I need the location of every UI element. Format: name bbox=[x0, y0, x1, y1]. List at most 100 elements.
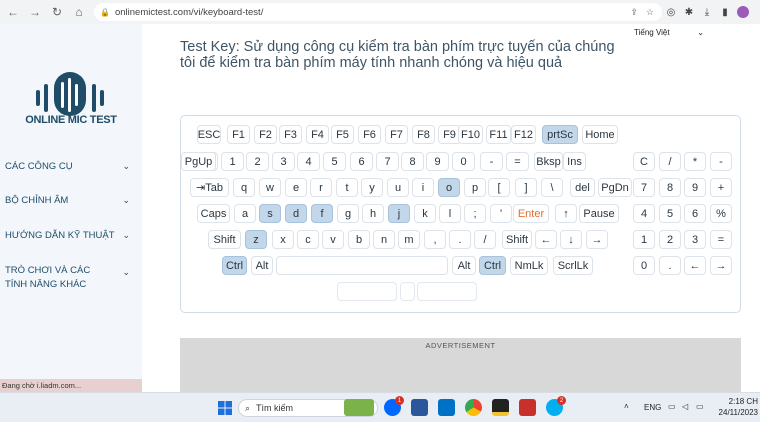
key-prtSc[interactable]: prtSc bbox=[542, 125, 578, 144]
sidebar-item-equalizer[interactable]: BỘ CHỈNH ÂM ⌄ bbox=[5, 195, 130, 206]
address-bar[interactable]: 🔒 onlinemictest.com/vi/keyboard-test/ ⇪ … bbox=[94, 3, 662, 21]
numpad-key[interactable]: - bbox=[710, 152, 732, 171]
key-Ctrl[interactable]: Ctrl bbox=[479, 256, 506, 275]
numpad-key[interactable]: 1 bbox=[633, 230, 655, 249]
share-icon[interactable]: ⇪ bbox=[630, 7, 638, 18]
key-6[interactable]: 6 bbox=[350, 152, 373, 171]
key-9[interactable]: 9 bbox=[426, 152, 449, 171]
key-7[interactable]: 7 bbox=[376, 152, 399, 171]
key-Bksp[interactable]: Bksp bbox=[534, 152, 563, 171]
key-4[interactable]: 4 bbox=[297, 152, 320, 171]
skype-icon[interactable]: 2 bbox=[546, 396, 566, 416]
numpad-key[interactable]: * bbox=[684, 152, 706, 171]
key-m[interactable]: m bbox=[398, 230, 420, 249]
sidepanel-icon[interactable]: ▮ bbox=[716, 7, 734, 18]
key-symbol[interactable]: ; bbox=[464, 204, 486, 223]
battery-icon[interactable]: ▭ bbox=[696, 402, 704, 411]
numpad-key[interactable]: % bbox=[710, 204, 732, 223]
key-Alt[interactable]: Alt bbox=[452, 256, 476, 275]
numpad-key[interactable]: = bbox=[710, 230, 732, 249]
key-symbol[interactable]: , bbox=[424, 230, 446, 249]
numpad-key[interactable]: 4 bbox=[633, 204, 655, 223]
key-o[interactable]: o bbox=[438, 178, 460, 197]
key-g[interactable]: g bbox=[337, 204, 359, 223]
forward-icon[interactable]: → bbox=[26, 3, 44, 21]
chevron-up-icon[interactable]: ˄ bbox=[624, 402, 629, 411]
landscape-widget-icon[interactable] bbox=[344, 399, 374, 416]
key-y[interactable]: y bbox=[361, 178, 383, 197]
reload-icon[interactable]: ↻ bbox=[48, 3, 66, 21]
key-0[interactable]: 0 bbox=[452, 152, 475, 171]
windows-start-icon[interactable] bbox=[218, 401, 232, 415]
key-F6[interactable]: F6 bbox=[358, 125, 381, 144]
key-3[interactable]: 3 bbox=[272, 152, 295, 171]
key-Shift[interactable]: Shift bbox=[208, 230, 241, 249]
opera-icon[interactable]: ◎ bbox=[662, 7, 680, 18]
numpad-key[interactable]: 7 bbox=[633, 178, 655, 197]
key-symbol[interactable]: . bbox=[449, 230, 471, 249]
numpad-key[interactable]: 9 bbox=[684, 178, 706, 197]
key-c[interactable]: c bbox=[297, 230, 319, 249]
clock-date[interactable]: 24/11/2023 bbox=[718, 408, 758, 417]
sidebar-item-tools[interactable]: CÁC CÔNG CỤ ⌄ bbox=[5, 161, 130, 172]
key-l[interactable]: l bbox=[439, 204, 461, 223]
key-PgDn[interactable]: PgDn bbox=[598, 178, 632, 197]
language-indicator[interactable]: ENG bbox=[644, 403, 661, 412]
key-symbol[interactable]: → bbox=[586, 230, 608, 249]
numpad-key[interactable]: C bbox=[633, 152, 655, 171]
sidebar-item-guides[interactable]: HƯỚNG DẪN KỸ THUẬT ⌄ bbox=[5, 230, 130, 241]
numpad-key[interactable]: → bbox=[710, 256, 732, 275]
key-F8[interactable]: F8 bbox=[412, 125, 435, 144]
key-b[interactable]: b bbox=[348, 230, 370, 249]
key-del[interactable]: del bbox=[570, 178, 595, 197]
key-Home[interactable]: Home bbox=[582, 125, 618, 144]
key-5[interactable]: 5 bbox=[323, 152, 346, 171]
word-icon[interactable] bbox=[411, 399, 428, 416]
key-F7[interactable]: F7 bbox=[385, 125, 408, 144]
key-F2[interactable]: F2 bbox=[254, 125, 277, 144]
key-symbol[interactable]: [ bbox=[488, 178, 510, 197]
numpad-key[interactable]: 5 bbox=[659, 204, 681, 223]
profile-icon[interactable] bbox=[737, 6, 749, 18]
key-Enter[interactable]: Enter bbox=[513, 204, 549, 223]
key-symbol[interactable]: ' bbox=[490, 204, 512, 223]
numpad-key[interactable]: + bbox=[710, 178, 732, 197]
key-symbol[interactable]: - bbox=[480, 152, 503, 171]
key-8[interactable]: 8 bbox=[401, 152, 424, 171]
numpad-key[interactable]: 2 bbox=[659, 230, 681, 249]
key-F3[interactable]: F3 bbox=[279, 125, 302, 144]
key-a[interactable]: a bbox=[234, 204, 256, 223]
monitor-icon[interactable]: ▭ bbox=[668, 402, 676, 411]
key-z[interactable]: z bbox=[245, 230, 267, 249]
key-F5[interactable]: F5 bbox=[331, 125, 354, 144]
key-h[interactable]: h bbox=[362, 204, 384, 223]
key-symbol[interactable]: = bbox=[506, 152, 529, 171]
key-Ctrl[interactable]: Ctrl bbox=[222, 256, 247, 275]
key-k[interactable]: k bbox=[414, 204, 436, 223]
key-ESC[interactable]: ESC bbox=[197, 125, 221, 144]
key-symbol[interactable]: ↓ bbox=[560, 230, 582, 249]
key-f[interactable]: f bbox=[311, 204, 333, 223]
star-icon[interactable]: ☆ bbox=[646, 7, 654, 18]
numpad-key[interactable]: 3 bbox=[684, 230, 706, 249]
key-r[interactable]: r bbox=[310, 178, 332, 197]
key-symbol[interactable]: ] bbox=[515, 178, 537, 197]
key-u[interactable]: u bbox=[387, 178, 409, 197]
numpad-key[interactable]: 6 bbox=[684, 204, 706, 223]
key-v[interactable]: v bbox=[322, 230, 344, 249]
numpad-key[interactable]: 0 bbox=[633, 256, 655, 275]
language-select[interactable]: Tiếng Việt ⌄ bbox=[634, 28, 704, 37]
key-F4[interactable]: F4 bbox=[306, 125, 329, 144]
key-n[interactable]: n bbox=[373, 230, 395, 249]
key-PgUp[interactable]: PgUp bbox=[181, 152, 216, 171]
key-Ins[interactable]: Ins bbox=[563, 152, 586, 171]
key-Caps[interactable]: Caps bbox=[197, 204, 230, 223]
key-F12[interactable]: F12 bbox=[511, 125, 536, 144]
numpad-key[interactable]: ← bbox=[684, 256, 706, 275]
key-symbol[interactable]: ← bbox=[535, 230, 557, 249]
key-space[interactable] bbox=[276, 256, 448, 275]
key-t[interactable]: t bbox=[336, 178, 358, 197]
chrome-icon[interactable] bbox=[465, 399, 482, 416]
key-symbol[interactable]: ↑ bbox=[555, 204, 577, 223]
key-NmLk[interactable]: NmLk bbox=[510, 256, 548, 275]
